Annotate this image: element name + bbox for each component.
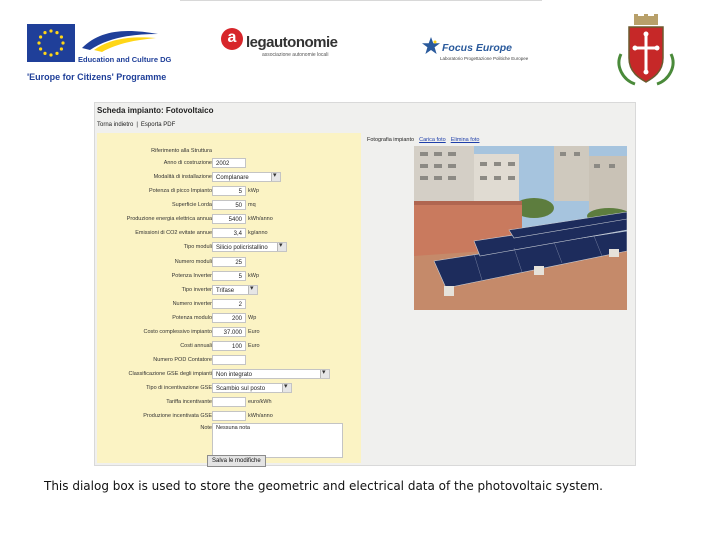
unit-label: kg/anno [248, 230, 268, 236]
legautonomie-subtitle: associazione autonomie locali [262, 52, 329, 58]
header-divider [180, 0, 542, 1]
chevron-down-icon [277, 243, 286, 251]
module-count-input[interactable]: 25 [212, 257, 246, 267]
field-label: Riferimento alla Struttura [151, 148, 212, 154]
field-label: Classificazione GSE degli impianti [128, 371, 212, 377]
back-link[interactable]: Torna indietro [97, 122, 133, 128]
annual-production-input[interactable]: 5400 [212, 214, 246, 224]
field-label: Potenza di picco Impianto [149, 188, 212, 194]
pod-number-input[interactable] [212, 355, 246, 365]
focus-europe-subtitle: Laboratorio Progettazione Politiche Euro… [440, 56, 529, 61]
field-label: Costo complessivo impianto [143, 329, 212, 335]
inverter-power-input[interactable]: 5 [212, 271, 246, 281]
chevron-down-icon [271, 173, 280, 181]
plant-data-form: Riferimento alla Struttura Anno di costr… [97, 133, 361, 463]
culture-text: Education and Culture DG [78, 55, 172, 64]
unit-label: Euro [248, 343, 260, 349]
chevron-down-icon [248, 286, 257, 294]
field-label: Tariffa incentivante [166, 399, 212, 405]
chevron-down-icon [282, 384, 291, 392]
field-label: Emissioni di CO2 evitate annue [135, 230, 212, 236]
unit-label: kWp [248, 188, 259, 194]
installation-mode-select[interactable]: Complanare [212, 172, 281, 182]
focus-europe-name: Focus Europe [442, 42, 513, 54]
module-type-select[interactable]: Silicio policristallino [212, 242, 287, 252]
legautonomie-name: legautonomie [246, 34, 338, 51]
field-label: Numero moduli [174, 259, 212, 265]
field-label: Anno di costruzione [163, 160, 212, 166]
solar-panels-rooftop-image [414, 146, 627, 310]
unit-label: mq [248, 202, 256, 208]
annual-costs-input[interactable]: 100 [212, 341, 246, 351]
field-label: Tipo inverter [181, 287, 212, 293]
unit-label: kWh/anno [248, 413, 273, 419]
construction-year-input[interactable]: 2002 [212, 158, 246, 168]
upload-photo-link[interactable]: Carica foto [419, 137, 446, 143]
plant-record-window: Scheda impianto: Fotovoltaico Torna indi… [94, 102, 636, 467]
field-label: Tipo moduli [183, 244, 212, 250]
field-label: Superficie Lorda [171, 202, 212, 208]
field-label: Costi annuali [180, 343, 212, 349]
chevron-down-icon [320, 370, 329, 378]
photo-label: Fotografia impianto [367, 137, 415, 143]
gross-area-input[interactable]: 50 [212, 200, 246, 210]
legautonomie-logo-icon: a [221, 28, 243, 54]
field-label: Note [200, 425, 212, 431]
unit-label: kWh/anno [248, 216, 273, 222]
peak-power-input[interactable]: 5 [212, 186, 246, 196]
field-label: Tipo di incentivazione GSE [146, 385, 212, 391]
delete-photo-link[interactable]: Elimina foto [451, 137, 480, 143]
window-menu: Torna indietro | Esporta PDF [97, 122, 176, 128]
total-cost-input[interactable]: 37.000 [212, 327, 246, 337]
coat-of-arms-icon [613, 14, 679, 88]
field-label: Potenza modulo [172, 315, 212, 321]
inverter-count-input[interactable]: 2 [212, 299, 246, 309]
unit-label: euro/kWh [248, 399, 272, 405]
gse-incentive-select[interactable]: Scambio sul posto [212, 383, 292, 393]
field-label: Numero POD Contatore [153, 357, 212, 363]
education-culture-logo-icon [80, 26, 160, 52]
unit-label: Wp [248, 315, 257, 321]
field-label: Modalità di installazione [153, 174, 212, 180]
unit-label: kWp [248, 273, 259, 279]
field-label: Potenza Inverter [171, 273, 212, 279]
focus-europe-star-icon [421, 36, 441, 56]
field-label: Produzione energia elettrica annua [126, 216, 212, 222]
slide-caption: This dialog box is used to store the geo… [44, 479, 603, 493]
inverter-type-select[interactable]: Trifase [212, 285, 258, 295]
unit-label: Euro [248, 329, 260, 335]
eu-flag-icon [27, 24, 75, 62]
notes-textarea[interactable]: Nessuna nota [212, 423, 343, 458]
co2-avoided-input[interactable]: 3,4 [212, 228, 246, 238]
field-label: Numero inverter [172, 301, 212, 307]
photo-controls: Fotografia impianto Carica foto Elimina fo… [367, 137, 479, 143]
logo-header: Education and Culture DG 'Europe for Cit… [0, 0, 720, 95]
incentivized-production-input[interactable] [212, 411, 246, 421]
programme-text: 'Europe for Citizens' Programme [27, 72, 167, 82]
window-title: Scheda impianto: Fotovoltaico [97, 106, 214, 115]
save-changes-button[interactable]: Salva le modifiche [207, 455, 266, 467]
plant-photo [414, 146, 627, 310]
feed-in-tariff-input[interactable] [212, 397, 246, 407]
module-power-input[interactable]: 200 [212, 313, 246, 323]
export-pdf-link[interactable]: Esporta PDF [141, 122, 175, 128]
field-label: Produzione incentivata GSE [143, 413, 212, 419]
gse-classification-select[interactable]: Non integrato [212, 369, 330, 379]
